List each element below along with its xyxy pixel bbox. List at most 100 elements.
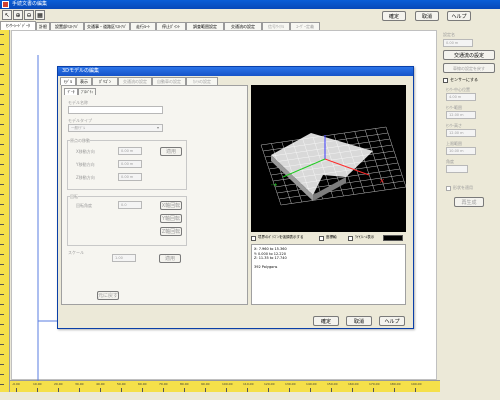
ruler-tick xyxy=(0,274,4,275)
background-color-swatch[interactable] xyxy=(383,235,403,241)
app-icon xyxy=(2,1,9,8)
ruler-tick xyxy=(37,388,38,392)
ruler-tick xyxy=(268,388,269,392)
dialog-tab-camera[interactable]: ｶﾒﾗの設定 xyxy=(186,77,218,85)
rotate-z-button[interactable]: Z軸回転 xyxy=(160,227,182,236)
ruler-tick xyxy=(0,144,4,145)
tab-sensor-seed[interactable]: ｾﾝｻｰｼｰﾄﾞﾃﾞｰﾀ xyxy=(0,21,36,30)
tab-road[interactable]: 交通事・道路区ﾘｽﾄｱﾊﾞ xyxy=(84,22,130,30)
undo-button[interactable]: 元に戻す xyxy=(97,291,119,300)
ruler-tick xyxy=(0,284,4,285)
ruler-tick xyxy=(0,204,4,205)
ruler-label: 170.00 xyxy=(369,382,380,386)
ruler-tick xyxy=(0,124,4,125)
regenerate-button[interactable]: 再生成 xyxy=(454,197,484,207)
vertical-ruler[interactable] xyxy=(0,30,10,392)
field-value-2[interactable]: 12.00 m xyxy=(446,111,476,119)
tab-plan[interactable]: 計根 xyxy=(36,22,50,30)
rotate-angle-input[interactable]: 0.0 xyxy=(118,201,142,209)
grid-icon[interactable]: ▦ xyxy=(35,10,45,20)
tab-signal-cycle[interactable]: 信号ｻｲｸﾙ xyxy=(262,22,290,30)
ruler-tick xyxy=(0,64,4,65)
ruler-tick xyxy=(16,388,17,392)
dialog-tabs: ﾓﾃﾞﾙ 表示 ﾎﾟﾘｺﾞﾝ 交通流の設定 自動車の設定 ｶﾒﾗの設定 xyxy=(60,77,260,85)
3d-viewport[interactable]: × ⇢ xyxy=(251,85,407,232)
shape-apply-checkbox[interactable] xyxy=(446,186,451,191)
field-value-4[interactable]: 10.00 m xyxy=(446,147,476,155)
model-edit-dialog: 3Dモデルの編集 ﾓﾃﾞﾙ 表示 ﾎﾟﾘｺﾞﾝ 交通流の設定 自動車の設定 ｶﾒ… xyxy=(57,66,414,329)
info-line: 392 Polygons xyxy=(254,264,278,269)
sensor-checkbox[interactable] xyxy=(443,78,448,83)
dialog-tab-vehicle[interactable]: 自動車の設定 xyxy=(152,77,186,85)
dialog-tab-traffic[interactable]: 交通流の設定 xyxy=(118,77,152,85)
ruler-tick xyxy=(121,388,122,392)
tab-stop-point[interactable]: 停止ﾎﾟｲﾝﾄ xyxy=(156,22,186,30)
dialog-tab-model[interactable]: ﾓﾃﾞﾙ xyxy=(60,77,76,85)
ruler-tick xyxy=(0,194,4,195)
move-x-input[interactable]: 0.00 m xyxy=(118,147,142,155)
ruler-tick xyxy=(100,388,101,392)
traffic-flow-button[interactable]: 交通流の設定 xyxy=(443,50,495,60)
model-name-input[interactable] xyxy=(68,106,163,114)
pointer-icon[interactable]: ↖ xyxy=(2,10,12,20)
dialog-ok-button[interactable]: 確定 xyxy=(313,316,339,326)
ruler-tick xyxy=(0,134,4,135)
field-value-5[interactable] xyxy=(446,165,468,173)
model-info-box: X: 7.960 to 15.360 Y: 0.000 to 12.220 Z:… xyxy=(251,244,406,305)
dialog-help-button[interactable]: ヘルプ xyxy=(379,316,405,326)
horizontal-ruler[interactable]: -0.00 10.00 20.00 30.00 40.00 50.00 60.00 70.00… xyxy=(10,380,440,392)
model-type-select[interactable]: 一般ﾓﾃﾞﾙ xyxy=(68,124,163,132)
ruler-tick xyxy=(0,324,4,325)
ruler-tick xyxy=(0,164,4,165)
tab-traffic-flow[interactable]: 交通流の設定 xyxy=(224,22,262,30)
tab-user-defined[interactable]: ﾕｰｻﾞｰ定義 xyxy=(290,22,320,30)
ruler-tick xyxy=(0,34,4,35)
shape-apply-label: 形状を適用 xyxy=(453,185,473,190)
field-value-3[interactable]: 12.00 m xyxy=(446,129,476,137)
tab-route[interactable]: 走行ﾙｰﾄ xyxy=(130,22,156,30)
axis-checkbox[interactable] xyxy=(319,236,324,241)
zoom-in-icon[interactable]: ⊕ xyxy=(13,10,23,20)
ruler-tick xyxy=(0,334,4,335)
move-z-input[interactable]: 0.00 m xyxy=(118,173,142,181)
dialog-tab-display[interactable]: 表示 xyxy=(76,77,92,85)
ruler-label: 150.00 xyxy=(327,382,338,386)
move-group: 原点の移動 X移動方向 0.00 m 適用 Y移動方向 0.00 m Z移動方向… xyxy=(67,138,187,190)
ruler-tick xyxy=(184,388,185,392)
ruler-label: 100.00 xyxy=(222,382,233,386)
ruler-label: 60.00 xyxy=(138,382,147,386)
move-apply-button[interactable]: 適用 xyxy=(160,147,182,156)
rotate-x-button[interactable]: X軸回転 xyxy=(160,201,182,210)
scale-input[interactable]: 1.00 xyxy=(112,254,136,262)
dialog-titlebar[interactable]: 3Dモデルの編集 xyxy=(58,67,413,76)
ruler-tick xyxy=(0,244,4,245)
right-panel: 設定名 0.00 m 交通流の設定 車線の設定を戻す センサーにする ｾﾝｻｰ中… xyxy=(440,30,500,390)
subtab-property[interactable]: ﾌﾟﾛﾊﾟﾃｨ xyxy=(78,88,96,95)
scale-apply-button[interactable]: 適用 xyxy=(159,254,181,263)
subtab-data[interactable]: ﾃﾞｰﾀ xyxy=(64,88,78,95)
ruler-tick xyxy=(79,388,80,392)
ruler-tick xyxy=(0,234,4,235)
move-y-input[interactable]: 0.00 m xyxy=(118,160,142,168)
tab-install[interactable]: 設置部ﾘｽﾄｱﾊﾞ xyxy=(50,22,84,30)
dialog-cancel-button[interactable]: 取消 xyxy=(346,316,372,326)
wireframe-checkbox[interactable] xyxy=(348,236,353,241)
ruler-label: 20.00 xyxy=(54,382,63,386)
ruler-tick xyxy=(415,388,416,392)
move-y-label: Y移動方向 xyxy=(76,162,95,167)
field-value-1[interactable]: 4.00 m xyxy=(446,93,476,101)
reset-lane-button[interactable]: 車線の設定を戻す xyxy=(443,63,495,73)
ruler-label: 30.00 xyxy=(75,382,84,386)
tab-survey-range[interactable]: 調査範囲設定 xyxy=(186,22,224,30)
ruler-tick xyxy=(226,388,227,392)
ruler-tick xyxy=(0,154,4,155)
zoom-out-icon[interactable]: ⊖ xyxy=(24,10,34,20)
rotate-y-button[interactable]: Y軸回転 xyxy=(160,214,182,223)
dialog-tab-polygon[interactable]: ﾎﾟﾘｺﾞﾝ xyxy=(92,77,118,85)
boundary-checkbox[interactable] xyxy=(251,236,256,241)
boundary-checkbox-label: 境界のﾎﾟﾘｺﾞﾝを強調表示する xyxy=(258,235,304,239)
ruler-label: 50.00 xyxy=(117,382,126,386)
window-titlebar[interactable]: 手続文書の編集 xyxy=(0,0,500,9)
right-value-field[interactable]: 0.00 m xyxy=(443,39,473,47)
ruler-tick xyxy=(0,94,4,95)
